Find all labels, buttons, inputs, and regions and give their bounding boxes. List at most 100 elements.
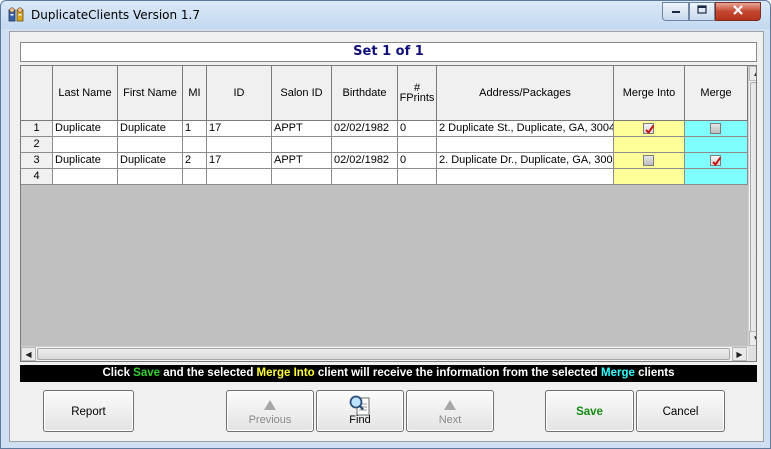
previous-button-label: Previous <box>248 414 292 426</box>
cell-merge[interactable] <box>685 137 748 153</box>
column-header-salon-id[interactable]: Salon ID <box>272 66 332 121</box>
merge-checkbox[interactable] <box>710 123 721 134</box>
horizontal-scrollbar[interactable]: ◀ ▶ <box>21 346 748 361</box>
cell-merge[interactable] <box>685 169 748 185</box>
cell-first-name[interactable]: Duplicate <box>118 121 183 137</box>
previous-button[interactable]: Previous <box>226 390 314 432</box>
instruction-text: Click <box>102 367 134 379</box>
cell-merge-into[interactable] <box>614 137 685 153</box>
report-button[interactable]: Report <box>43 390 134 432</box>
arrow-right-icon: ▶ <box>736 349 743 359</box>
minimize-button[interactable] <box>662 2 689 21</box>
cell-mi[interactable]: 2 <box>183 153 207 169</box>
scroll-left-button[interactable]: ◀ <box>21 347 36 361</box>
column-header-address[interactable]: Address/Packages <box>437 66 614 121</box>
cell-mi[interactable]: 1 <box>183 121 207 137</box>
cell-address[interactable] <box>437 169 614 185</box>
cell-last-name[interactable]: Duplicate <box>53 153 118 169</box>
next-button-label: Next <box>438 414 462 426</box>
arrow-left-icon: ◀ <box>25 349 32 359</box>
magnifier-document-icon <box>348 395 372 415</box>
arrow-up-icon: ▲ <box>753 69 756 78</box>
cell-merge-into[interactable] <box>614 153 685 169</box>
cell-salon-id[interactable]: APPT <box>272 121 332 137</box>
column-header-first-name[interactable]: First Name <box>118 66 183 121</box>
column-header-birthdate[interactable]: Birthdate <box>332 66 398 121</box>
cell-merge-into[interactable] <box>614 169 685 185</box>
minimize-icon <box>671 5 681 18</box>
cancel-button[interactable]: Cancel <box>636 390 725 432</box>
find-button[interactable]: Find <box>316 390 404 432</box>
vertical-scrollbar[interactable]: ▲ ▼ <box>748 66 756 346</box>
cell-last-name[interactable] <box>53 169 118 185</box>
cell-first-name[interactable]: Duplicate <box>118 153 183 169</box>
row-header[interactable]: 4 <box>21 169 53 185</box>
cell-address[interactable]: 2. Duplicate Dr., Duplicate, GA, 30041 <box>437 153 614 169</box>
instruction-merge-into-keyword: Merge Into <box>256 367 315 379</box>
close-button[interactable] <box>715 2 761 21</box>
column-header-id[interactable]: ID <box>207 66 272 121</box>
scroll-right-button[interactable]: ▶ <box>732 347 747 361</box>
duplicate-clients-grid[interactable]: Last Name First Name MI ID Salon ID Birt… <box>20 65 757 362</box>
cell-last-name[interactable] <box>53 137 118 153</box>
column-header-merge[interactable]: Merge <box>685 66 748 121</box>
arrow-up-icon <box>443 396 457 413</box>
row-header[interactable]: 3 <box>21 153 53 169</box>
horizontal-scroll-thumb[interactable] <box>37 348 730 360</box>
merge-checkbox[interactable] <box>710 155 722 167</box>
cell-birthdate[interactable]: 02/02/1982 <box>332 121 398 137</box>
column-header-last-name[interactable]: Last Name <box>53 66 118 121</box>
window-title: DuplicateClients Version 1.7 <box>31 8 201 22</box>
cell-mi[interactable] <box>183 169 207 185</box>
column-header-mi[interactable]: MI <box>183 66 207 121</box>
cell-id[interactable]: 17 <box>207 153 272 169</box>
scrollbar-corner <box>748 346 756 361</box>
column-header-fprints[interactable]: # FPrints <box>398 66 437 121</box>
cell-fprints[interactable] <box>398 137 437 153</box>
cancel-button-label: Cancel <box>662 405 699 418</box>
cell-merge-into[interactable] <box>614 121 685 137</box>
set-indicator: Set 1 of 1 <box>20 42 757 62</box>
find-button-label: Find <box>349 414 371 426</box>
cell-birthdate[interactable]: 02/02/1982 <box>332 153 398 169</box>
cell-fprints[interactable]: 0 <box>398 153 437 169</box>
cell-salon-id[interactable]: APPT <box>272 153 332 169</box>
cell-merge[interactable] <box>685 121 748 137</box>
instruction-merge-keyword: Merge <box>601 367 635 379</box>
cell-fprints[interactable]: 0 <box>398 121 437 137</box>
cell-merge[interactable] <box>685 153 748 169</box>
cell-salon-id[interactable] <box>272 169 332 185</box>
next-button[interactable]: Next <box>406 390 494 432</box>
save-button[interactable]: Save <box>545 390 634 432</box>
cell-birthdate[interactable] <box>332 137 398 153</box>
app-icon <box>8 7 24 23</box>
cell-fprints[interactable] <box>398 169 437 185</box>
title-bar[interactable]: DuplicateClients Version 1.7 <box>1 1 770 29</box>
cell-id[interactable] <box>207 169 272 185</box>
cell-address[interactable] <box>437 137 614 153</box>
merge-into-checkbox[interactable] <box>643 123 655 135</box>
row-header[interactable]: 1 <box>21 121 53 137</box>
report-button-label: Report <box>71 405 106 418</box>
cell-id[interactable] <box>207 137 272 153</box>
cell-birthdate[interactable] <box>332 169 398 185</box>
merge-into-checkbox[interactable] <box>643 155 654 166</box>
row-header[interactable]: 2 <box>21 137 53 153</box>
check-mark-icon <box>645 124 655 135</box>
cell-last-name[interactable]: Duplicate <box>53 121 118 137</box>
cell-first-name[interactable] <box>118 169 183 185</box>
cell-salon-id[interactable] <box>272 137 332 153</box>
scroll-up-button[interactable]: ▲ <box>749 66 756 81</box>
app-window: DuplicateClients Version 1.7 Set 1 of 1 … <box>0 0 771 449</box>
vertical-scroll-thumb[interactable] <box>750 82 756 332</box>
maximize-icon <box>697 5 707 18</box>
cell-address[interactable]: 2 Duplicate St., Duplicate, GA, 30041 <box>437 121 614 137</box>
client-area: Set 1 of 1 Last Name First Name MI ID Sa… <box>9 31 764 442</box>
maximize-button[interactable] <box>689 2 715 21</box>
cell-first-name[interactable] <box>118 137 183 153</box>
cell-id[interactable]: 17 <box>207 121 272 137</box>
cell-mi[interactable] <box>183 137 207 153</box>
scroll-down-button[interactable]: ▼ <box>749 331 756 346</box>
column-header-merge-into[interactable]: Merge Into <box>614 66 685 121</box>
grid-corner-header <box>21 66 53 121</box>
